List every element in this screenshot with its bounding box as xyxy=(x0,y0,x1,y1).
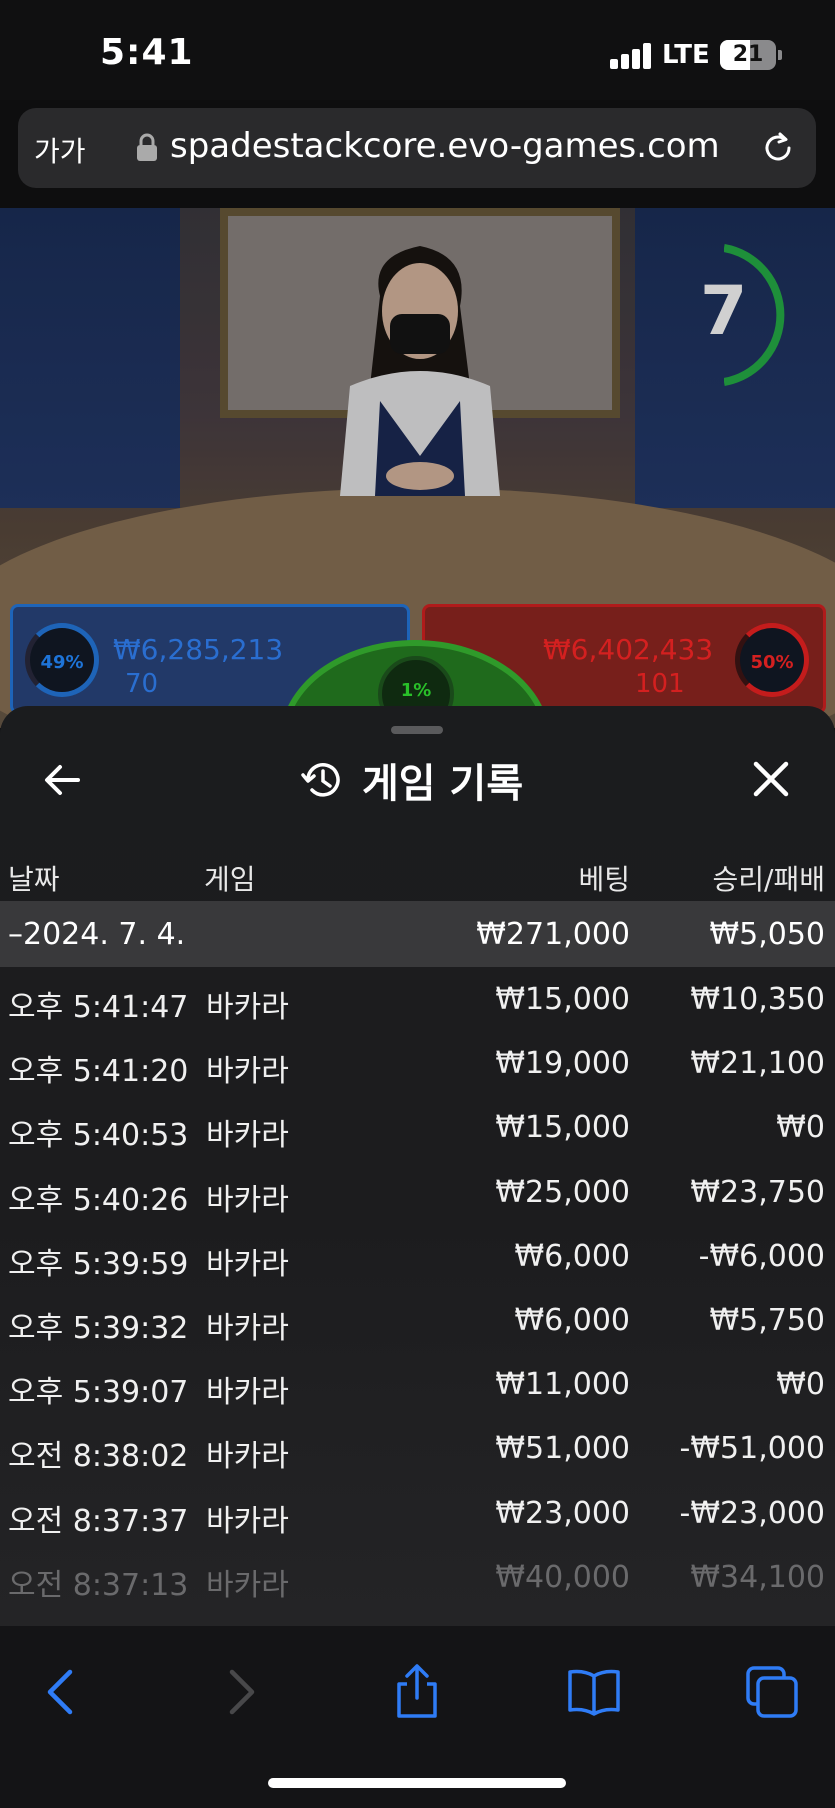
date-group-date: –2024. 7. 4. xyxy=(8,917,186,952)
row-time: 오후 5:39:07 xyxy=(8,1375,189,1411)
row-win-loss: -₩51,000 xyxy=(679,1431,825,1467)
row-time: 오후 5:40:53 xyxy=(8,1118,189,1154)
history-row[interactable]: 오후 5:39:59 바카라 ₩6,000 -₩6,000 xyxy=(0,1225,835,1289)
row-game: 바카라 xyxy=(206,1182,289,1218)
chevron-left-icon[interactable] xyxy=(32,1664,92,1720)
battery-icon: 21 xyxy=(720,40,776,70)
row-game: 바카라 xyxy=(206,1118,289,1154)
row-win-loss: -₩6,000 xyxy=(698,1238,825,1274)
player-percent-ring: 49% xyxy=(25,623,99,697)
row-bet: ₩6,000 xyxy=(514,1238,630,1274)
history-row[interactable]: 오전 8:38:02 바카라 ₩51,000 -₩51,000 xyxy=(0,1417,835,1481)
cellular-signal-icon xyxy=(610,43,652,69)
history-row[interactable]: 오후 5:41:20 바카라 ₩19,000 ₩21,100 xyxy=(0,1032,835,1096)
row-bet: ₩6,000 xyxy=(514,1302,630,1338)
status-bar: 5:41 LTE 21 xyxy=(0,0,835,100)
history-list: 오후 5:41:47 바카라 ₩15,000 ₩10,350 오후 5:41:20 바카라… xyxy=(0,968,835,1610)
network-type: LTE xyxy=(662,40,710,70)
address-bar[interactable]: 가가 spadestackcore.evo-games.com xyxy=(18,108,816,188)
row-time: 오전 8:38:02 xyxy=(8,1439,189,1475)
row-bet: ₩23,000 xyxy=(495,1495,630,1531)
history-row[interactable]: 오전 8:37:37 바카라 ₩23,000 -₩23,000 xyxy=(0,1482,835,1546)
row-win-loss: -₩23,000 xyxy=(679,1495,825,1531)
row-win-loss: ₩21,100 xyxy=(690,1046,825,1082)
battery-tip xyxy=(778,50,782,60)
row-time: 오전 8:37:37 xyxy=(8,1503,189,1539)
row-time: 오후 5:39:59 xyxy=(8,1246,189,1282)
row-time: 오전 8:37:13 xyxy=(8,1567,189,1603)
row-game: 바카라 xyxy=(206,1054,289,1090)
history-row[interactable]: 오후 5:40:26 바카라 ₩25,000 ₩23,750 xyxy=(0,1161,835,1225)
banker-percent: 50% xyxy=(750,652,794,673)
row-game: 바카라 xyxy=(206,1439,289,1475)
row-win-loss: ₩34,100 xyxy=(690,1559,825,1595)
row-time: 오후 5:41:20 xyxy=(8,1054,189,1090)
arrow-left-icon[interactable] xyxy=(40,758,84,802)
row-bet: ₩11,000 xyxy=(495,1367,630,1403)
date-group-row[interactable]: –2024. 7. 4. ₩271,000 ₩5,050 xyxy=(0,901,835,967)
player-percent: 49% xyxy=(40,652,84,673)
row-win-loss: ₩23,750 xyxy=(690,1174,825,1210)
chevron-right-icon[interactable] xyxy=(210,1664,270,1720)
status-time: 5:41 xyxy=(100,32,194,73)
row-time: 오후 5:39:32 xyxy=(8,1310,189,1346)
tie-percent: 1% xyxy=(400,680,432,701)
book-icon[interactable] xyxy=(564,1664,624,1720)
row-game: 바카라 xyxy=(206,1246,289,1282)
sheet-header: 게임 기록 xyxy=(300,750,523,810)
row-game: 바카라 xyxy=(206,1567,289,1603)
column-game: 게임 xyxy=(204,863,256,896)
sheet-drag-handle[interactable] xyxy=(391,726,443,734)
row-game: 바카라 xyxy=(206,1310,289,1346)
history-icon xyxy=(301,763,340,797)
column-win-loss: 승리/패배 xyxy=(712,863,825,896)
close-icon[interactable] xyxy=(748,756,794,802)
history-row[interactable]: 오후 5:41:47 바카라 ₩15,000 ₩10,350 xyxy=(0,968,835,1032)
history-row[interactable]: 오전 8:37:13 바카라 ₩40,000 ₩34,100 xyxy=(0,1546,835,1610)
game-history-sheet: 게임 기록 날짜 게임 베팅 승리/패배 –2024. 7. 4. ₩271,0… xyxy=(0,706,835,1626)
banker-bettor-count: 101 xyxy=(635,669,685,699)
row-bet: ₩19,000 xyxy=(495,1046,630,1082)
lock-icon xyxy=(137,133,157,161)
countdown-timer: 7 xyxy=(700,272,748,351)
home-indicator xyxy=(268,1778,566,1788)
banker-percent-ring: 50% xyxy=(735,623,809,697)
share-icon[interactable] xyxy=(387,1664,447,1720)
row-win-loss: ₩10,350 xyxy=(690,982,825,1017)
battery-level: 21 xyxy=(732,42,764,67)
tabs-icon[interactable] xyxy=(742,1664,802,1720)
reload-icon[interactable] xyxy=(758,128,798,168)
player-bettor-count: 70 xyxy=(125,669,159,699)
row-bet: ₩25,000 xyxy=(495,1174,630,1210)
banker-total-bet: ₩6,402,433 xyxy=(543,633,714,666)
history-row[interactable]: 오후 5:39:32 바카라 ₩6,000 ₩5,750 xyxy=(0,1289,835,1353)
row-bet: ₩40,000 xyxy=(495,1559,630,1595)
date-group-win-total: ₩5,050 xyxy=(709,917,825,952)
row-bet: ₩51,000 xyxy=(495,1431,630,1467)
row-bet: ₩15,000 xyxy=(495,1110,630,1146)
history-row[interactable]: 오후 5:39:07 바카라 ₩11,000 ₩0 xyxy=(0,1353,835,1417)
row-win-loss: ₩0 xyxy=(776,1110,825,1146)
date-group-bet-total: ₩271,000 xyxy=(476,917,630,952)
row-bet: ₩15,000 xyxy=(495,982,630,1017)
row-game: 바카라 xyxy=(206,990,289,1025)
row-time: 오후 5:41:47 xyxy=(8,990,189,1025)
row-win-loss: ₩0 xyxy=(776,1367,825,1403)
row-game: 바카라 xyxy=(206,1375,289,1411)
url-text[interactable]: spadestackcore.evo-games.com xyxy=(170,126,720,166)
column-bet: 베팅 xyxy=(578,863,630,896)
player-total-bet: ₩6,285,213 xyxy=(113,633,284,666)
row-win-loss: ₩5,750 xyxy=(709,1302,825,1338)
column-headers: 날짜 게임 베팅 승리/패배 xyxy=(0,846,835,906)
row-game: 바카라 xyxy=(206,1503,289,1539)
history-row[interactable]: 오후 5:40:53 바카라 ₩15,000 ₩0 xyxy=(0,1096,835,1160)
row-time: 오후 5:40:26 xyxy=(8,1182,189,1218)
column-date: 날짜 xyxy=(8,863,60,896)
sheet-title: 게임 기록 xyxy=(362,761,524,807)
text-size-button[interactable]: 가가 xyxy=(34,130,86,170)
